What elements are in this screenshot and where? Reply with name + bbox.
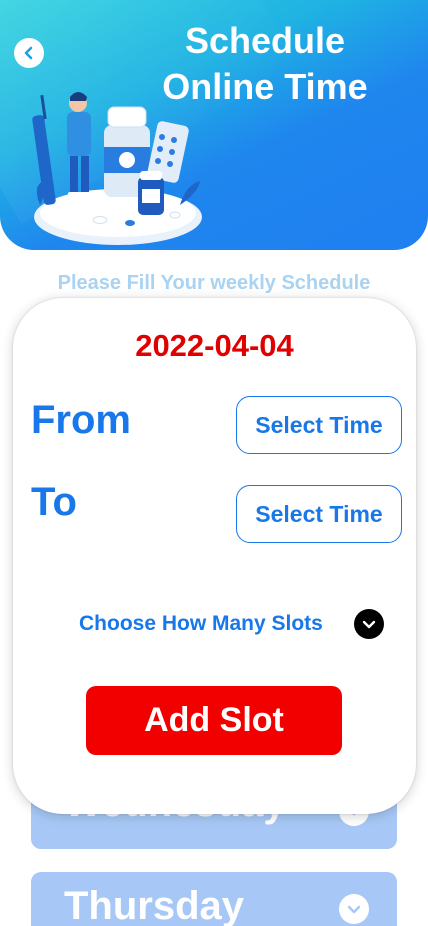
chevron-down-icon [339,894,369,924]
add-slot-button[interactable]: Add Slot [86,686,342,755]
back-button[interactable] [14,38,44,68]
to-time-button[interactable]: Select Time [236,485,402,543]
schedule-subtitle: Please Fill Your weekly Schedule [57,272,371,294]
add-slot-modal: 2022-04-04 From Select Time To Select Ti… [13,298,416,814]
selected-date: 2022-04-04 [135,328,294,363]
header-banner: Schedule Online Time [0,0,428,250]
chevron-left-icon [24,46,33,60]
day-label: Thursday [64,884,245,926]
page-title-line-1: Schedule [184,20,346,61]
slots-dropdown[interactable]: Choose How Many Slots [79,608,399,640]
chevron-down-icon[interactable] [354,609,384,639]
from-time-button[interactable]: Select Time [236,396,402,454]
from-label: From [31,398,131,442]
doctor-medicine-illustration [32,92,202,245]
to-label: To [31,480,77,524]
day-row-thursday[interactable]: Thursday [31,872,397,926]
slots-dropdown-label: Choose How Many Slots [79,612,323,635]
